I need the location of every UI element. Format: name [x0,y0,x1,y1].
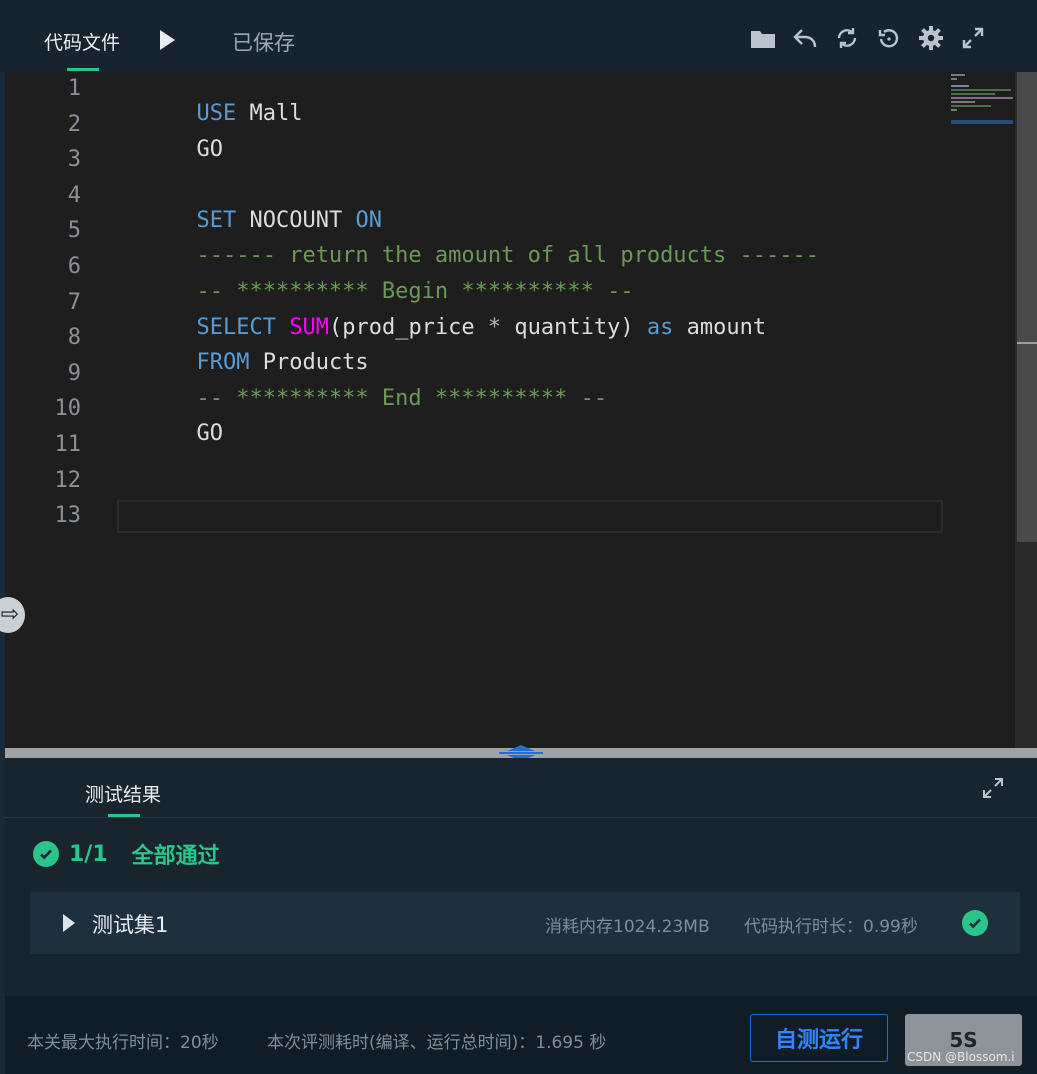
line-number: 3 [67,147,81,172]
sql-operator: * [487,315,502,340]
active-tab-indicator [108,814,140,817]
code-text: GO [196,421,223,446]
line-number: 11 [54,432,82,457]
sql-comment: -- ********** End ********** -- [196,386,608,411]
scrollbar-marker [1017,342,1037,344]
pass-summary: 1/1 全部通过 [33,838,220,870]
check-circle-icon [33,841,59,867]
pass-status: 全部通过 [131,844,220,869]
testset-name: 测试集1 [92,913,169,937]
panel-splitter[interactable] [5,745,1037,761]
test-results-panel: 测试结果 1/1 全部通过 测试集1 消耗内存1024.23MB 代码执行时长：… [5,758,1037,996]
line-number: 2 [67,112,81,137]
refresh-icon[interactable] [833,24,861,52]
watermark: CSDN @Blossom.i [907,1050,1015,1064]
testset-row[interactable]: 测试集1 消耗内存1024.23MB 代码执行时长：0.99秒 [30,892,1020,954]
expand-icon[interactable] [981,776,1005,800]
code-line[interactable]: GO [117,112,223,187]
code-text: amount [673,315,767,340]
code-text: Mall [236,101,303,126]
check-circle-icon [962,910,988,936]
code-text: quantity) [501,315,647,340]
gear-icon[interactable] [917,24,945,52]
current-line-highlight [117,500,943,533]
editor-header: 代码文件 已保存 [0,0,1037,72]
code-line[interactable]: GO [117,396,223,471]
tab-test-results[interactable]: 测试结果 [85,780,161,807]
code-minimap[interactable] [949,72,1015,132]
line-number: 6 [67,254,81,279]
save-status: 已保存 [232,31,295,55]
line-number: 8 [67,325,81,350]
scrollbar-thumb[interactable] [1017,72,1037,542]
active-tab-indicator [67,68,99,71]
editor-scrollbar[interactable] [1015,72,1037,748]
line-number: 10 [54,396,82,421]
line-number: 13 [54,503,82,528]
line-number: 12 [54,468,82,493]
play-icon[interactable] [160,30,175,50]
tab-code-file[interactable]: 代码文件 [44,28,120,55]
line-number: 9 [67,361,81,386]
evaluation-footer: 本关最大执行时间：20秒 本次评测耗时(编译、运行总时间)：1.695 秒 自测… [5,996,1037,1074]
code-editor[interactable]: 1 2 3 4 5 6 7 8 9 10 11 12 13 USE Mall G… [0,72,1015,748]
execution-time: 代码执行时长：0.99秒 [744,917,918,937]
restore-icon[interactable] [875,24,903,52]
line-number: 4 [67,183,81,208]
memory-usage: 消耗内存1024.23MB [545,917,710,937]
folder-icon[interactable] [749,24,777,52]
results-header: 测试结果 [5,758,1037,818]
line-number: 1 [67,76,81,101]
line-number: 7 [67,290,81,315]
undo-icon[interactable] [791,24,819,52]
fullscreen-icon[interactable] [959,24,987,52]
line-number: 5 [67,218,81,243]
sql-keyword: as [646,315,674,340]
max-execution-time: 本关最大执行时间：20秒 [27,1033,219,1053]
panel-toggle-arrow-icon[interactable]: ⇨ [0,597,25,633]
editor-toolbar [749,24,987,52]
self-test-run-button[interactable]: 自测运行 [750,1014,888,1062]
expand-triangle-icon[interactable] [63,914,75,932]
code-text: GO [196,137,223,162]
pass-count: 1/1 [69,841,108,867]
evaluation-time: 本次评测耗时(编译、运行总时间)：1.695 秒 [267,1033,607,1053]
